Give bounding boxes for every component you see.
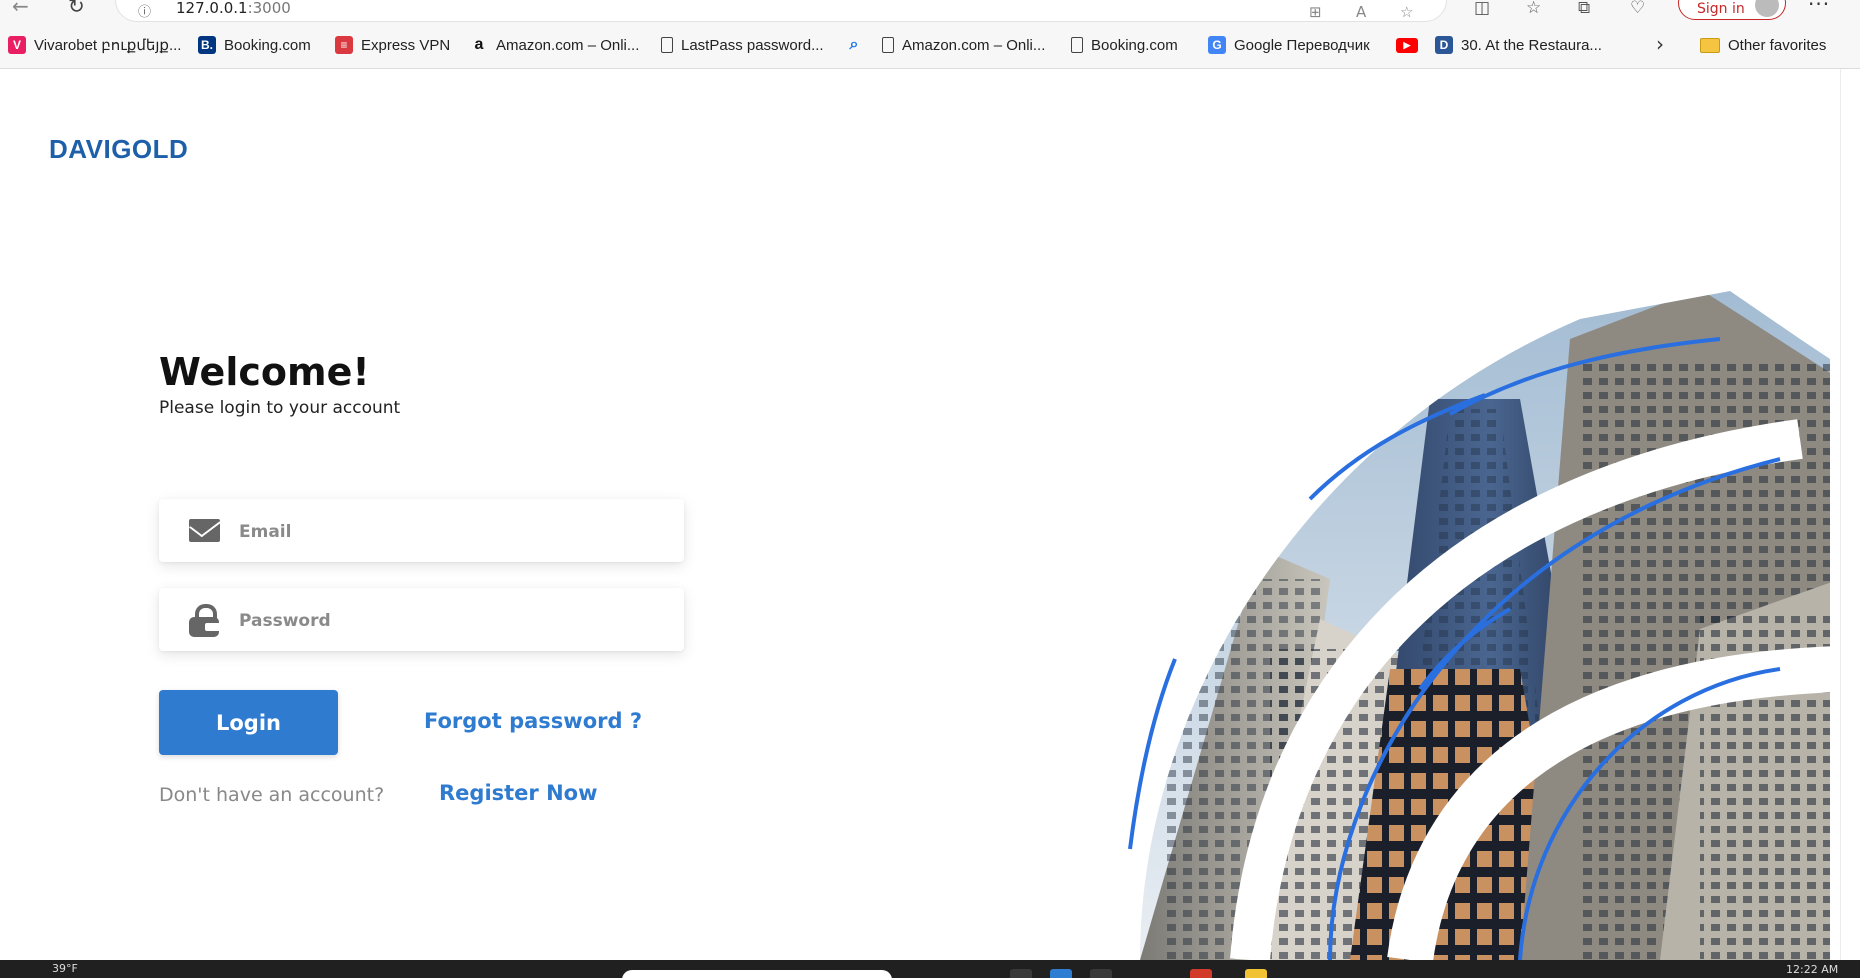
bookmark-label: Express VPN bbox=[361, 36, 451, 54]
split-screen-icon[interactable]: ◫ bbox=[1474, 0, 1490, 18]
heart-pulse-icon[interactable]: ♡ bbox=[1630, 0, 1645, 18]
edge-icon[interactable] bbox=[1050, 969, 1072, 978]
bookmark-label: Booking.com bbox=[1091, 36, 1178, 54]
document-icon bbox=[661, 37, 673, 53]
document-icon bbox=[1071, 37, 1083, 53]
password-input[interactable] bbox=[237, 588, 661, 653]
avatar bbox=[1755, 0, 1779, 17]
bookmark-label: 30. At the Restaura... bbox=[1461, 36, 1602, 54]
youtube-icon: ▶ bbox=[1396, 37, 1418, 53]
bookmark-label: Google Переводчик bbox=[1234, 36, 1370, 54]
address-bar[interactable]: ⓘ 127.0.0.1:3000 ⊞ A ☆ bbox=[115, 0, 1447, 22]
bookmark-search[interactable]: ⌕ bbox=[845, 35, 863, 55]
bookmark-vivarobet[interactable]: V Vivarobet բուքմեյք... bbox=[8, 35, 181, 55]
password-field bbox=[159, 588, 684, 653]
reload-icon[interactable]: ↻ bbox=[68, 0, 85, 18]
collections-icon[interactable]: ⧉ bbox=[1578, 0, 1590, 18]
bookmark-dictionary[interactable]: D 30. At the Restaura... bbox=[1435, 35, 1602, 55]
page-title: Welcome! bbox=[159, 350, 370, 394]
sign-in-button[interactable]: Sign in bbox=[1678, 0, 1786, 20]
bookmark-expressvpn[interactable]: ≡ Express VPN bbox=[335, 35, 450, 55]
lock-icon bbox=[189, 604, 219, 637]
email-icon bbox=[189, 519, 220, 542]
login-button[interactable]: Login bbox=[159, 690, 338, 755]
bookmark-amazon[interactable]: a Amazon.com – Onli... bbox=[470, 35, 640, 55]
bookmark-label: Amazon.com – Onli... bbox=[902, 36, 1046, 54]
favorites-icon[interactable]: ☆ bbox=[1526, 0, 1541, 18]
brand-logo[interactable]: DAVIGOLD bbox=[49, 134, 188, 165]
info-icon[interactable]: ⓘ bbox=[138, 1, 151, 20]
bookmark-document[interactable]: Booking.com bbox=[1071, 35, 1178, 55]
taskbar-search-box[interactable] bbox=[622, 970, 892, 978]
vivarobet-icon: V bbox=[8, 36, 26, 54]
bookmark-booking[interactable]: B. Booking.com bbox=[198, 35, 311, 55]
email-input[interactable] bbox=[237, 499, 661, 564]
expressvpn-icon: ≡ bbox=[335, 36, 353, 54]
taskbar-app-icon[interactable] bbox=[1010, 969, 1032, 978]
file-explorer-icon[interactable] bbox=[1245, 969, 1267, 978]
apps-icon[interactable]: ⊞ bbox=[1309, 3, 1322, 21]
bookmark-label: Vivarobet բուքմեյք... bbox=[34, 37, 182, 54]
page-content: DAVIGOLD Welcome! Please login to your a… bbox=[0, 69, 1840, 960]
google-translate-icon: G bbox=[1208, 36, 1226, 54]
bookmark-document[interactable]: Amazon.com – Onli... bbox=[882, 35, 1045, 55]
bookmark-other-favorites[interactable]: Other favorites bbox=[1700, 35, 1826, 55]
taskbar-clock[interactable]: 12:22 AM bbox=[1786, 963, 1838, 976]
bookmark-youtube[interactable]: ▶ bbox=[1396, 35, 1418, 55]
windows-taskbar: 39°F 12:22 AM bbox=[0, 960, 1860, 978]
more-menu-icon[interactable]: ··· bbox=[1808, 0, 1830, 16]
skyscraper-illustration bbox=[1128, 291, 1840, 960]
register-now-link[interactable]: Register Now bbox=[439, 781, 598, 805]
booking-icon: B. bbox=[198, 36, 216, 54]
page-subtitle: Please login to your account bbox=[159, 398, 401, 418]
chevron-right-icon[interactable]: › bbox=[1656, 32, 1664, 56]
taskbar-app-icon[interactable] bbox=[1190, 969, 1212, 978]
email-field bbox=[159, 499, 684, 564]
taskbar-app-icon[interactable] bbox=[1090, 969, 1112, 978]
bookmark-label: Booking.com bbox=[224, 36, 311, 54]
amazon-icon: a bbox=[474, 36, 484, 53]
forgot-password-link[interactable]: Forgot password ? bbox=[424, 709, 642, 733]
bookmark-document[interactable]: LastPass password... bbox=[661, 35, 824, 55]
dictionary-icon: D bbox=[1435, 36, 1453, 54]
bookmark-label: Amazon.com – Onli... bbox=[496, 36, 640, 54]
bookmarks-bar: › Other favorites V Vivarobet բուքմեյք...… bbox=[0, 22, 1860, 69]
bookmark-google-translate[interactable]: G Google Переводчик bbox=[1208, 35, 1370, 55]
search-icon: ⌕ bbox=[849, 36, 859, 53]
weather-text[interactable]: 39°F bbox=[52, 962, 78, 975]
back-arrow-icon[interactable]: ← bbox=[12, 0, 29, 18]
folder-icon bbox=[1700, 37, 1720, 53]
url-text[interactable]: 127.0.0.1:3000 bbox=[176, 0, 291, 17]
browser-toolbar: ← ↻ ⓘ 127.0.0.1:3000 ⊞ A ☆ ◫ ☆ ⧉ ♡ Sign … bbox=[0, 0, 1860, 22]
bookmark-label: LastPass password... bbox=[681, 36, 824, 54]
document-icon bbox=[882, 37, 894, 53]
no-account-text: Don't have an account? bbox=[159, 784, 385, 806]
read-aloud-icon[interactable]: A bbox=[1356, 3, 1366, 21]
vertical-scrollbar[interactable] bbox=[1840, 69, 1860, 960]
favorite-star-icon[interactable]: ☆ bbox=[1400, 3, 1413, 21]
